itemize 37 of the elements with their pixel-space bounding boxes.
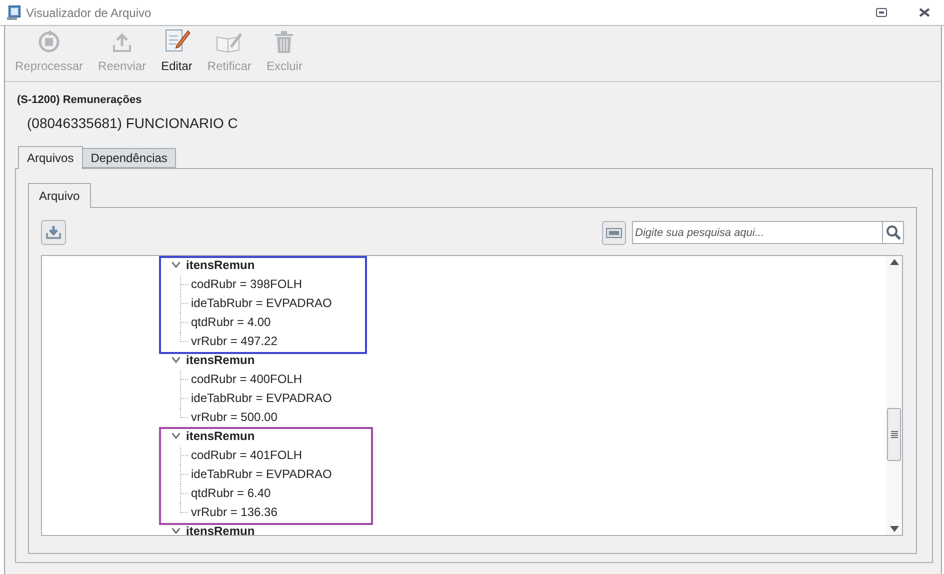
tree-leaf[interactable]: vrRubr = 136.36 bbox=[191, 503, 278, 521]
tree-leaf[interactable]: codRubr = 398FOLH bbox=[191, 275, 302, 293]
event-title: (S-1200) Remunerações bbox=[17, 93, 143, 108]
tree-leaf[interactable]: vrRubr = 497.22 bbox=[191, 332, 278, 350]
tree-leaf[interactable]: ideTabRubr = EVPADRAO bbox=[191, 465, 332, 483]
close-icon[interactable] bbox=[919, 8, 930, 17]
tree-leaf[interactable]: codRubr = 400FOLH bbox=[191, 370, 302, 388]
trash-icon bbox=[275, 31, 294, 53]
upload-icon bbox=[112, 33, 132, 53]
app-icon bbox=[6, 4, 22, 20]
window-title: Visualizador de Arquivo bbox=[26, 4, 152, 22]
tree-leaf[interactable]: vrRubr = 500.00 bbox=[191, 408, 278, 426]
tab[interactable]: Dependências bbox=[82, 148, 176, 168]
xml-button[interactable] bbox=[602, 220, 626, 244]
tree-leaf[interactable]: qtdRubr = 4.00 bbox=[191, 313, 271, 331]
book-pen-icon bbox=[216, 31, 242, 53]
search-icon bbox=[886, 225, 900, 240]
tree-node[interactable]: itensRemun bbox=[186, 351, 255, 369]
tree-node[interactable]: itensRemun bbox=[186, 427, 255, 445]
scroll-thumb[interactable] bbox=[887, 408, 901, 460]
restore-icon[interactable] bbox=[876, 8, 887, 17]
scroll-up-icon[interactable] bbox=[890, 258, 898, 264]
tree-leaf[interactable]: qtdRubr = 6.40 bbox=[191, 484, 271, 502]
tab[interactable]: Arquivo bbox=[28, 182, 91, 208]
tab[interactable]: Arquivos bbox=[18, 146, 83, 168]
search-button[interactable] bbox=[883, 221, 904, 244]
download-icon bbox=[46, 226, 61, 239]
search-field[interactable]: Digite sua pesquisa aqui... bbox=[632, 221, 883, 244]
tree-leaf[interactable]: ideTabRubr = EVPADRAO bbox=[191, 294, 332, 312]
download-button[interactable] bbox=[41, 220, 66, 245]
tree-leaf[interactable]: codRubr = 401FOLH bbox=[191, 446, 302, 464]
employee-name: (08046335681) FUNCIONARIO C bbox=[27, 114, 239, 133]
scroll-down-icon[interactable] bbox=[890, 526, 898, 532]
tree-node[interactable]: itensRemun bbox=[186, 256, 255, 274]
scrollbar[interactable] bbox=[886, 256, 902, 534]
tree-leaf[interactable]: ideTabRubr = EVPADRAO bbox=[191, 389, 332, 407]
toolbar-button[interactable]: Editar bbox=[157, 29, 196, 75]
